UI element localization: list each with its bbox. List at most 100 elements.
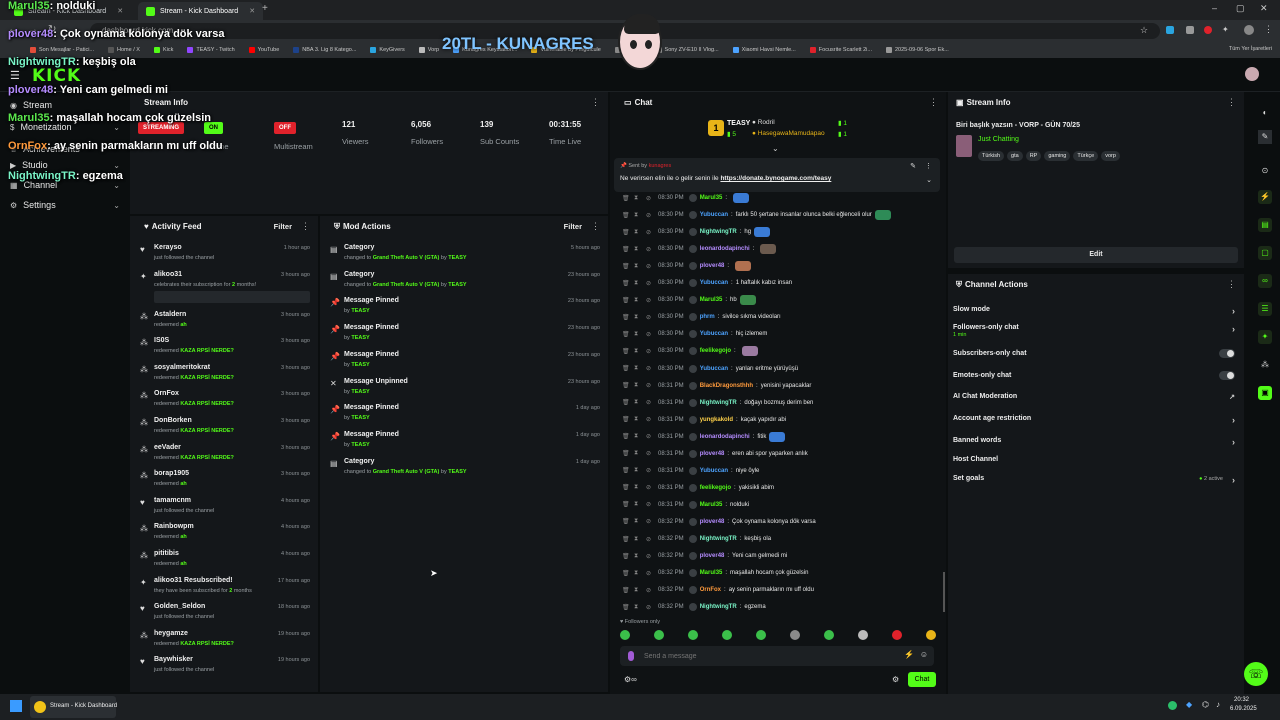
timeout-icon[interactable]: ⧗ (634, 604, 643, 611)
delete-message-icon[interactable]: 🗑 (622, 604, 631, 611)
chat-username[interactable]: Marul35 (700, 195, 723, 201)
profile-avatar-icon[interactable] (1244, 25, 1254, 35)
ban-icon[interactable]: ⊘ (646, 246, 655, 253)
timeout-icon[interactable]: ⧗ (634, 467, 643, 474)
bookmark-item[interactable]: NBA 3. Lig 8 Katego... (293, 47, 356, 53)
bookmark-item[interactable]: Home / X (108, 47, 140, 53)
unpin-icon[interactable]: ✎ (910, 162, 916, 170)
activity-user[interactable]: Baywhisker (154, 656, 193, 663)
delete-message-icon[interactable]: 🗑 (622, 416, 631, 423)
ban-icon[interactable]: ⊘ (646, 348, 655, 355)
channel-action-banned-words[interactable]: Banned words › (953, 437, 1239, 447)
timeout-icon[interactable]: ⧗ (634, 382, 643, 389)
chat-tools-icon[interactable]: ⚙∞ (624, 675, 637, 684)
ban-icon[interactable]: ⊘ (646, 382, 655, 389)
quick-emote-icon[interactable] (824, 630, 834, 640)
edit-button[interactable]: Edit (954, 247, 1238, 263)
filter-button[interactable]: Filter (274, 222, 292, 231)
activity-user[interactable]: eeVader (154, 444, 181, 451)
channel-action-emotes-only-chat[interactable]: Emotes-only chat (953, 371, 1239, 380)
bookmark-item[interactable]: KeyGivers (370, 47, 405, 53)
bolt-icon[interactable]: ⚡ (1258, 190, 1272, 204)
timeout-icon[interactable]: ⧗ (634, 536, 643, 543)
delete-message-icon[interactable]: 🗑 (622, 263, 631, 270)
delete-message-icon[interactable]: 🗑 (622, 518, 631, 525)
timeout-icon[interactable]: ⧗ (634, 263, 643, 270)
chat-username[interactable]: yungkakold (700, 417, 733, 423)
leaderboard-entry[interactable]: ● HasegawaMamudapao (752, 130, 825, 137)
leaderboard-entry[interactable]: ● Rodril (752, 119, 775, 126)
clipboard-icon[interactable]: ▤ (1258, 218, 1272, 232)
delete-message-icon[interactable]: 🗑 (622, 331, 631, 338)
chat-settings-icon[interactable]: ⚙ (892, 675, 899, 684)
pinned-link[interactable]: https://donate.bynogame.com/teasy (720, 175, 831, 182)
rewards-icon[interactable]: ▣ (1258, 386, 1272, 400)
bookmark-item[interactable]: Xiaomi Havsi Nemle... (732, 47, 796, 53)
send-chat-button[interactable]: Chat (908, 672, 936, 687)
quick-emote-icon[interactable] (756, 630, 766, 640)
user-avatar[interactable] (1245, 67, 1259, 81)
chat-username[interactable]: Yubuccan (700, 331, 728, 337)
delete-message-icon[interactable]: 🗑 (622, 212, 631, 219)
delete-message-icon[interactable]: 🗑 (622, 501, 631, 508)
delete-message-icon[interactable]: 🗑 (622, 587, 631, 594)
category-name[interactable]: Just Chatting (978, 136, 1019, 143)
ban-icon[interactable]: ⊘ (646, 467, 655, 474)
delete-message-icon[interactable]: 🗑 (622, 570, 631, 577)
bookmark-item[interactable]: Sony ZV-E10 II Vlog... (655, 47, 719, 53)
chat-username[interactable]: OrnFox (700, 587, 721, 593)
activity-user[interactable]: pititibis (154, 550, 179, 557)
bookmark-item[interactable]: TEASY - Twitch (187, 47, 235, 53)
delete-message-icon[interactable]: 🗑 (622, 382, 631, 389)
sidebar-item-settings[interactable]: ⚙ Settings ⌄ (10, 200, 120, 210)
quick-emote-icon[interactable] (892, 630, 902, 640)
channel-action-host-channel[interactable]: Host Channel (953, 456, 1239, 463)
wrench-icon[interactable]: ✦ (1258, 330, 1272, 344)
ban-icon[interactable]: ⊘ (646, 501, 655, 508)
activity-user[interactable]: OrnFox (154, 390, 179, 397)
delete-message-icon[interactable]: 🗑 (622, 433, 631, 440)
timeout-icon[interactable]: ⧗ (634, 587, 643, 594)
chat-username[interactable]: Yubuccan (700, 280, 728, 286)
chat-username[interactable]: BlackDragonsthhh (700, 383, 753, 389)
delete-message-icon[interactable]: 🗑 (622, 365, 631, 372)
chat-username[interactable]: NightwingTR (700, 229, 737, 235)
more-options-icon[interactable]: ⋮ (925, 162, 932, 170)
top-gifter-name[interactable]: TEASY (727, 120, 750, 127)
stream-tag[interactable]: gaming (1044, 151, 1071, 161)
timeout-icon[interactable]: ⧗ (634, 331, 643, 338)
ban-icon[interactable]: ⊘ (646, 604, 655, 611)
ban-icon[interactable]: ⊘ (646, 365, 655, 372)
ban-icon[interactable]: ⊘ (646, 399, 655, 406)
minimize-icon[interactable]: – (1212, 3, 1217, 13)
edit-layout-icon[interactable]: ✎ (1258, 130, 1272, 144)
new-tab-icon[interactable]: + (262, 3, 268, 14)
close-tab-icon[interactable]: ✕ (249, 7, 255, 15)
stream-tag[interactable]: gta (1007, 151, 1023, 161)
more-options-icon[interactable]: ⋮ (591, 97, 600, 108)
close-window-icon[interactable]: ✕ (1260, 3, 1268, 14)
chat-username[interactable]: leonardodapinchi (700, 434, 750, 440)
chat-username[interactable]: Yubuccan (700, 468, 728, 474)
chat-username[interactable]: feelikegojo (700, 485, 731, 491)
chat-username[interactable]: feelikegojo (700, 348, 731, 354)
browser-menu-icon[interactable]: ⋮ (1264, 24, 1273, 35)
chat-username[interactable]: plover48 (700, 263, 725, 269)
chat-username[interactable]: Marul35 (700, 502, 723, 508)
timeout-icon[interactable]: ⧗ (634, 416, 643, 423)
delete-message-icon[interactable]: 🗑 (622, 484, 631, 491)
toggle-switch[interactable] (1219, 371, 1235, 380)
chat-username[interactable]: NightwingTR (700, 400, 737, 406)
ban-icon[interactable]: ⊘ (646, 212, 655, 219)
hamburger-menu-icon[interactable]: ☰ (10, 69, 20, 82)
toggle-switch[interactable] (1219, 349, 1235, 358)
ban-icon[interactable]: ⊘ (646, 433, 655, 440)
channel-action-subscribers-only-chat[interactable]: Subscribers-only chat (953, 349, 1239, 358)
stream-tag[interactable]: Türkçe (1073, 151, 1099, 161)
delete-message-icon[interactable]: 🗑 (622, 536, 631, 543)
star-icon[interactable]: ☆ (1140, 25, 1148, 36)
sparkle-icon[interactable]: ⚡ (904, 650, 914, 659)
timeout-icon[interactable]: ⧗ (634, 553, 643, 560)
extensions-puzzle-icon[interactable]: ✦ (1222, 25, 1229, 34)
extension-icon[interactable] (1186, 26, 1194, 34)
